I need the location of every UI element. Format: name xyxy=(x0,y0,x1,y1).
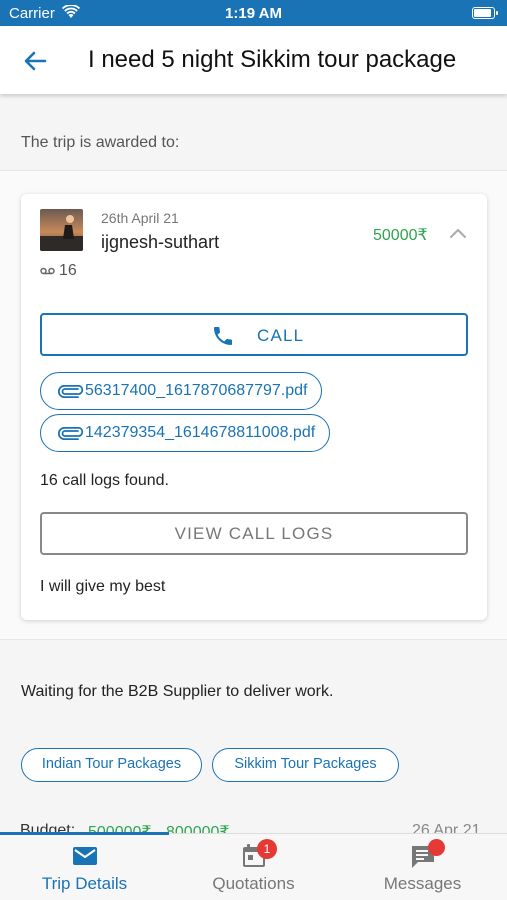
tab-messages[interactable]: Messages xyxy=(338,834,507,900)
back-arrow-icon[interactable] xyxy=(20,46,50,76)
awarded-bid-card: 26th April 21 ijgnesh-suthart 50000₹ 16 … xyxy=(21,194,487,620)
attachment-name: 56317400_1617870687797.pdf xyxy=(85,382,308,399)
app-header: I need 5 night Sikkim tour package xyxy=(0,26,507,94)
bid-date: 26th April 21 xyxy=(101,210,179,226)
call-logs-count-text: 16 call logs found. xyxy=(40,472,169,489)
messages-notification-dot xyxy=(428,839,445,856)
tag-chip-indian-tour-packages[interactable]: Indian Tour Packages xyxy=(21,748,202,782)
tab-label: Quotations xyxy=(212,874,295,893)
awarded-label: The trip is awarded to: xyxy=(21,134,180,151)
bid-message: I will give my best xyxy=(40,578,166,595)
supplier-name[interactable]: ijgnesh-suthart xyxy=(101,232,219,253)
battery-icon xyxy=(472,7,498,19)
supplier-avatar xyxy=(40,209,83,251)
tab-label: Trip Details xyxy=(41,874,128,893)
tab-label: Messages xyxy=(383,874,462,893)
bottom-tab-bar: Trip Details 1 Quotations Messages xyxy=(0,832,507,900)
call-count-row: 16 xyxy=(40,261,77,281)
clock: 1:19 AM xyxy=(225,5,282,22)
attachment-icon xyxy=(58,426,84,440)
bid-amount: 50000₹ xyxy=(373,227,428,244)
attachment-chip[interactable]: 142379354_1614678811008.pdf xyxy=(40,414,331,452)
attachment-icon xyxy=(58,384,84,398)
quotations-badge: 1 xyxy=(257,839,277,859)
envelope-icon xyxy=(73,847,97,865)
tab-quotations[interactable]: 1 Quotations xyxy=(169,834,338,900)
view-call-logs-button[interactable]: VIEW CALL LOGS xyxy=(40,512,468,555)
status-bar: Carrier 1:19 AM xyxy=(0,0,507,26)
tab-trip-details[interactable]: Trip Details xyxy=(0,834,169,900)
page-title: I need 5 night Sikkim tour package xyxy=(88,46,457,73)
trip-status-message: Waiting for the B2B Supplier to deliver … xyxy=(21,683,334,700)
chevron-up-icon[interactable] xyxy=(449,225,467,243)
call-button[interactable]: CALL xyxy=(40,313,468,356)
phone-icon xyxy=(214,327,232,345)
tag-chip-sikkim-tour-packages[interactable]: Sikkim Tour Packages xyxy=(212,748,399,782)
attachment-chip[interactable]: 56317400_1617870687797.pdf xyxy=(40,372,323,410)
voicemail-icon xyxy=(40,267,55,275)
attachment-name: 142379354_1614678811008.pdf xyxy=(85,424,316,441)
call-button-label: CALL xyxy=(257,326,305,345)
call-count: 16 xyxy=(59,262,77,279)
